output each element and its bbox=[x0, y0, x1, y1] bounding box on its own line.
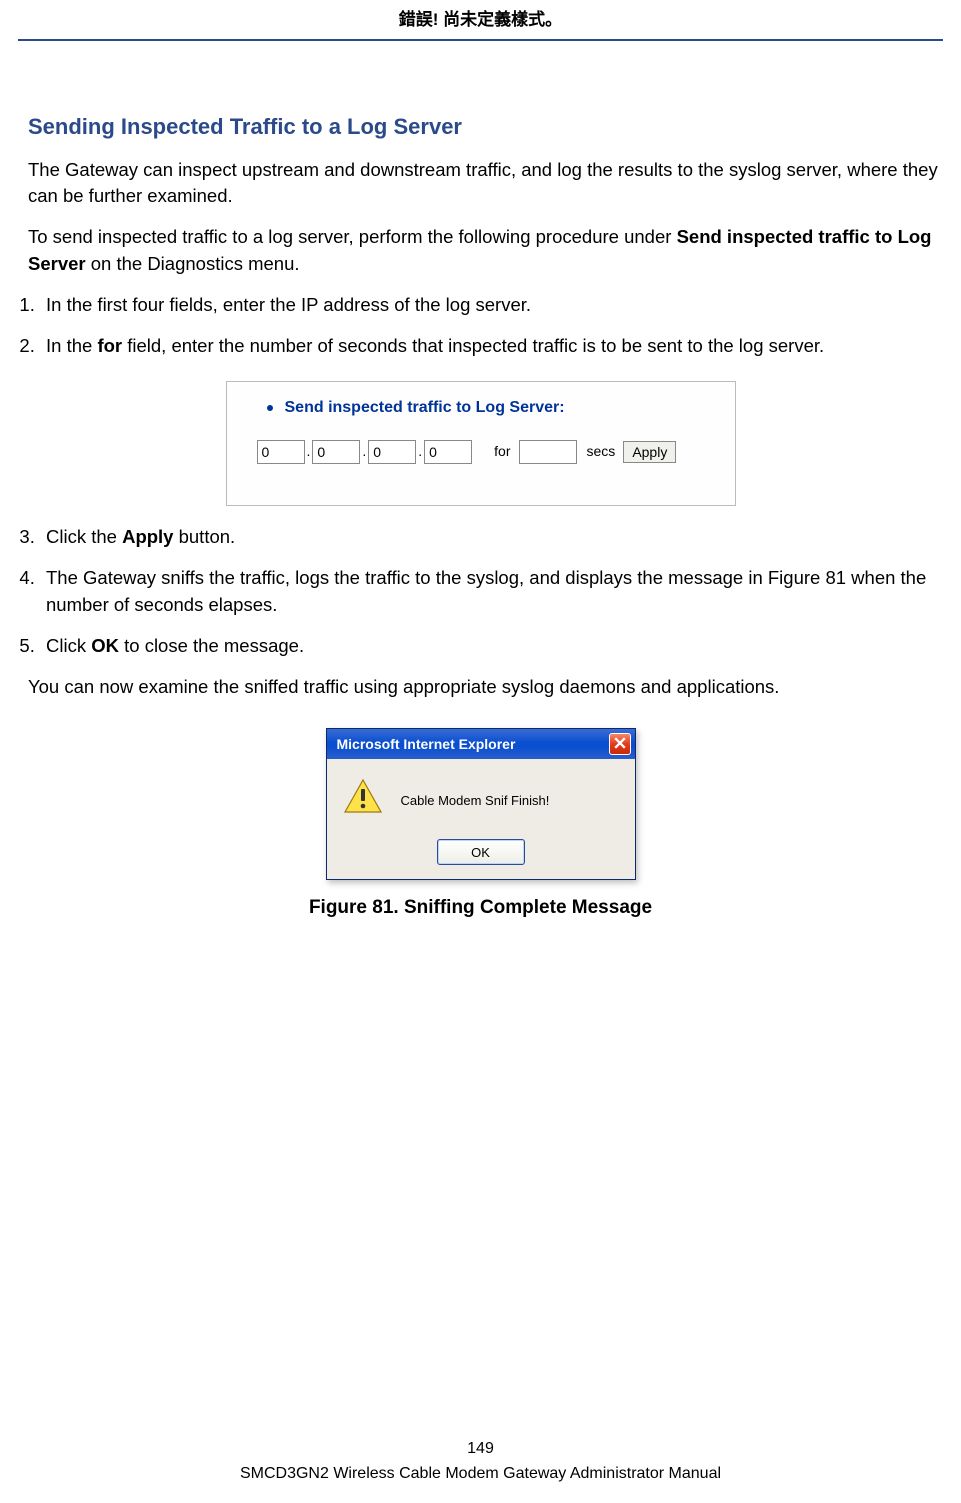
bullet-icon bbox=[267, 405, 273, 411]
procedure-list-cont: Click the Apply button. The Gateway snif… bbox=[18, 524, 943, 659]
ip-octet-3[interactable] bbox=[368, 440, 416, 464]
step-5b: OK bbox=[91, 635, 119, 656]
intro-p2-a: To send inspected traffic to a log serve… bbox=[28, 226, 677, 247]
page-footer: 149 SMCD3GN2 Wireless Cable Modem Gatewa… bbox=[0, 1437, 961, 1485]
dot-sep: . bbox=[418, 441, 422, 461]
figure-caption: Figure 81. Sniffing Complete Message bbox=[18, 894, 943, 922]
dot-sep: . bbox=[307, 441, 311, 461]
procedure-list: In the first four fields, enter the IP a… bbox=[18, 292, 943, 360]
section-heading: Sending Inspected Traffic to a Log Serve… bbox=[28, 111, 943, 143]
close-icon bbox=[614, 734, 626, 754]
close-button[interactable] bbox=[609, 733, 631, 755]
footer-book-title: SMCD3GN2 Wireless Cable Modem Gateway Ad… bbox=[0, 1462, 961, 1485]
dialog-title: Microsoft Internet Explorer bbox=[337, 734, 516, 754]
step-2c: field, enter the number of seconds that … bbox=[122, 335, 824, 356]
ie-dialog: Microsoft Internet Explorer Cable Modem … bbox=[326, 728, 636, 880]
step-5c: to close the message. bbox=[119, 635, 304, 656]
step-3a: Click the bbox=[46, 526, 122, 547]
page-content: Sending Inspected Traffic to a Log Serve… bbox=[0, 41, 961, 922]
page-header: 錯誤! 尚未定義樣式。 bbox=[0, 0, 961, 39]
ok-button[interactable]: OK bbox=[437, 839, 525, 865]
step-1: In the first four fields, enter the IP a… bbox=[40, 292, 943, 319]
dot-sep: . bbox=[362, 441, 366, 461]
dialog-message: Cable Modem Snif Finish! bbox=[401, 792, 550, 811]
step-2b: for bbox=[97, 335, 122, 356]
seconds-input[interactable] bbox=[519, 440, 577, 464]
figure-send-inspected-wrap: Send inspected traffic to Log Server: . … bbox=[18, 381, 943, 506]
post-note: You can now examine the sniffed traffic … bbox=[28, 674, 943, 701]
step-3b: Apply bbox=[122, 526, 173, 547]
warning-icon bbox=[343, 777, 383, 825]
ip-input-row: . . . for secs Apply bbox=[257, 440, 717, 464]
dialog-body: Cable Modem Snif Finish! bbox=[327, 759, 635, 835]
step-3c: button. bbox=[173, 526, 235, 547]
send-inspected-title: Send inspected traffic to Log Server: bbox=[267, 396, 717, 419]
apply-button[interactable]: Apply bbox=[623, 441, 676, 463]
ip-octet-1[interactable] bbox=[257, 440, 305, 464]
for-label: for bbox=[494, 441, 510, 461]
step-5: Click OK to close the message. bbox=[40, 633, 943, 660]
figure-dialog-wrap: Microsoft Internet Explorer Cable Modem … bbox=[18, 728, 943, 880]
intro-paragraph-1: The Gateway can inspect upstream and dow… bbox=[28, 157, 943, 211]
intro-paragraph-2: To send inspected traffic to a log serve… bbox=[28, 224, 943, 278]
dialog-buttons: OK bbox=[327, 835, 635, 879]
step-2a: In the bbox=[46, 335, 97, 356]
ip-octet-2[interactable] bbox=[312, 440, 360, 464]
secs-label: secs bbox=[587, 441, 616, 461]
send-inspected-title-text: Send inspected traffic to Log Server: bbox=[285, 399, 565, 416]
send-inspected-panel: Send inspected traffic to Log Server: . … bbox=[226, 381, 736, 506]
page-number: 149 bbox=[0, 1437, 961, 1460]
step-4: The Gateway sniffs the traffic, logs the… bbox=[40, 565, 943, 619]
dialog-titlebar: Microsoft Internet Explorer bbox=[327, 729, 635, 759]
ip-octet-4[interactable] bbox=[424, 440, 472, 464]
step-5a: Click bbox=[46, 635, 91, 656]
intro-p2-c: on the Diagnostics menu. bbox=[86, 253, 300, 274]
step-2: In the for field, enter the number of se… bbox=[40, 333, 943, 360]
step-3: Click the Apply button. bbox=[40, 524, 943, 551]
